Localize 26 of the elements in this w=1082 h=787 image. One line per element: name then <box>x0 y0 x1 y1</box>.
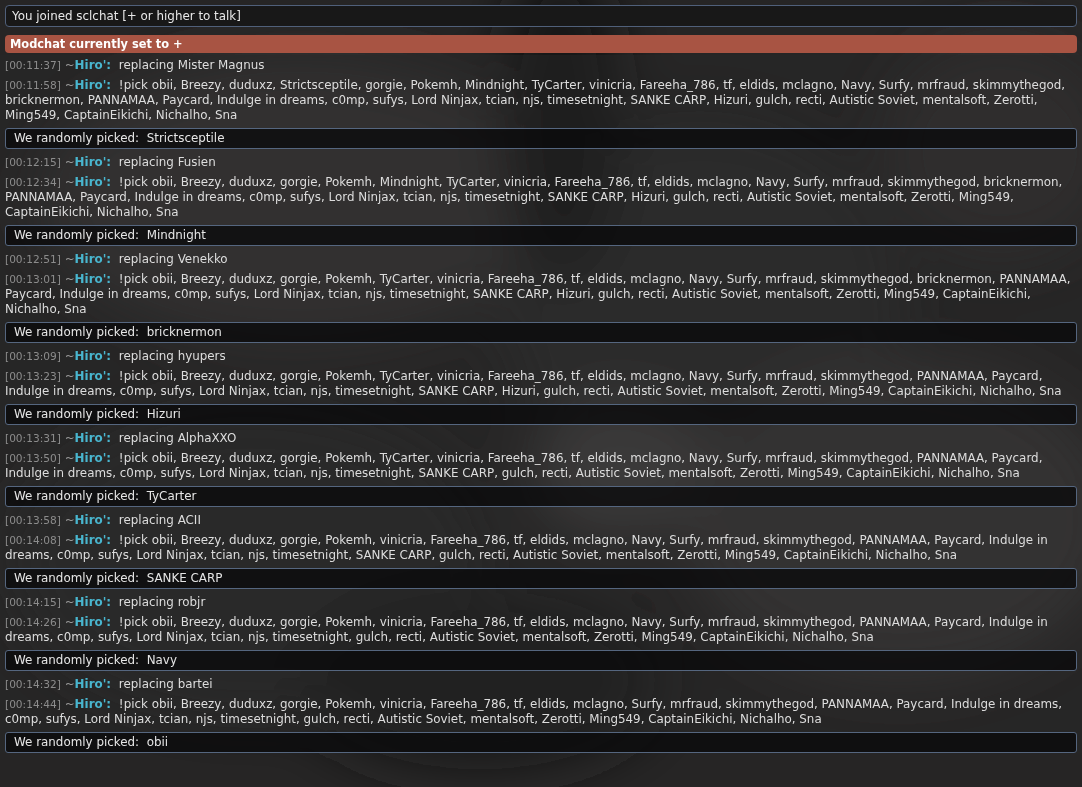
modchat-notice: Modchat currently set to + <box>5 35 1077 53</box>
chat-message: [00:14:08] ~Hiro': !pick obii, Breezy, duduxz, gorgie, Pokemh, vinicria, Fareeha_786, tf, eldids, mclagno, Navy, Surfy, mrfraud, skimmythegod, PANNAMAA, Paycard, Indulge in dreams, c0mp, sufys, Lord Ninjax, tcian, njs, timesetnight, SANKE CARP, gulch, recti, Autistic Soviet, mentalsoft, Zerotti, Ming549, CaptainEikichi, Nichalho, Sna <box>4 532 1049 564</box>
room-intro: You joined sclchat [+ or higher to talk] <box>5 5 1077 27</box>
pick-result: We randomly picked: bricknermon <box>5 322 1077 343</box>
pick-result: We randomly picked: TyCarter <box>5 486 1077 507</box>
chat-message: [00:11:58] ~Hiro': !pick obii, Breezy, duduxz, Strictsceptile, gorgie, Pokemh, Mindnight, TyCarter, vinicria, Fareeha_786, tf, eldids, mclagno, Navy, Surfy, mrfraud, skimmythegod, bricknermon, PANNAMAA, Paycard, Indulge in dreams, c0mp, sufys, Lord Ninjax, tcian, njs, timesetnight, SANKE CARP, Hizuri, gulch, recti, Autistic Soviet, mentalsoft, Zerotti, Ming549, CaptainEikichi, Nichalho, Sna <box>4 77 1067 124</box>
pick-result: We randomly picked: obii <box>5 732 1077 753</box>
pick-result: We randomly picked: Navy <box>5 650 1077 671</box>
chat-message: [00:13:50] ~Hiro': !pick obii, Breezy, duduxz, gorgie, Pokemh, TyCarter, vinicria, Fareeha_786, tf, eldids, mclagno, Navy, Surfy, mrfraud, skimmythegod, PANNAMAA, Paycard, Indulge in dreams, c0mp, sufys, Lord Ninjax, tcian, njs, timesetnight, SANKE CARP, gulch, recti, Autistic Soviet, mentalsoft, Zerotti, Ming549, CaptainEikichi, Nichalho, Sna <box>4 450 1044 482</box>
chat-message: [00:14:44] ~Hiro': !pick obii, Breezy, duduxz, gorgie, Pokemh, vinicria, Fareeha_786, tf, eldids, mclagno, Surfy, mrfraud, skimmythegod, PANNAMAA, Paycard, Indulge in dreams, c0mp, sufys, Lord Ninjax, tcian, njs, timesetnight, gulch, recti, Autistic Soviet, mentalsoft, Zerotti, Ming549, CaptainEikichi, Nichalho, Sna <box>4 696 1064 728</box>
chat-message: [00:13:58] ~Hiro': replacing ACII <box>4 512 202 529</box>
chat-message: [00:12:15] ~Hiro': replacing Fusien <box>4 154 217 171</box>
pick-result: We randomly picked: Hizuri <box>5 404 1077 425</box>
pick-result: We randomly picked: Strictsceptile <box>5 128 1077 149</box>
chat-message: [00:13:01] ~Hiro': !pick obii, Breezy, duduxz, gorgie, Pokemh, TyCarter, vinicria, Fareeha_786, tf, eldids, mclagno, Navy, Surfy, mrfraud, skimmythegod, bricknermon, PANNAMAA, Paycard, Indulge in dreams, c0mp, sufys, Lord Ninjax, tcian, njs, timesetnight, SANKE CARP, Hizuri, gulch, recti, Autistic Soviet, mentalsoft, Zerotti, Ming549, CaptainEikichi, Nichalho, Sna <box>4 271 1072 318</box>
chat-message: [00:12:51] ~Hiro': replacing Venekko <box>4 251 229 268</box>
chat-message: [00:11:37] ~Hiro': replacing Mister Magnus <box>4 57 266 74</box>
chat-message: [00:14:26] ~Hiro': !pick obii, Breezy, duduxz, gorgie, Pokemh, vinicria, Fareeha_786, tf, eldids, mclagno, Navy, Surfy, mrfraud, skimmythegod, PANNAMAA, Paycard, Indulge in dreams, c0mp, sufys, Lord Ninjax, tcian, njs, timesetnight, gulch, recti, Autistic Soviet, mentalsoft, Zerotti, Ming549, CaptainEikichi, Nichalho, Sna <box>4 614 1049 646</box>
pick-result: We randomly picked: SANKE CARP <box>5 568 1077 589</box>
chat-message: [00:13:23] ~Hiro': !pick obii, Breezy, duduxz, gorgie, Pokemh, TyCarter, vinicria, Fareeha_786, tf, eldids, mclagno, Navy, Surfy, mrfraud, skimmythegod, PANNAMAA, Paycard, Indulge in dreams, c0mp, sufys, Lord Ninjax, tcian, njs, timesetnight, SANKE CARP, Hizuri, gulch, recti, Autistic Soviet, mentalsoft, Zerotti, Ming549, CaptainEikichi, Nichalho, Sna <box>4 368 1063 400</box>
chat-message: [00:13:31] ~Hiro': replacing AlphaXXO <box>4 430 238 447</box>
chat-message: [00:12:34] ~Hiro': !pick obii, Breezy, duduxz, gorgie, Pokemh, Mindnight, TyCarter, vinicria, Fareeha_786, tf, eldids, mclagno, Navy, Surfy, mrfraud, skimmythegod, bricknermon, PANNAMAA, Paycard, Indulge in dreams, c0mp, sufys, Lord Ninjax, tcian, njs, timesetnight, SANKE CARP, Hizuri, gulch, recti, Autistic Soviet, mentalsoft, Zerotti, Ming549, CaptainEikichi, Nichalho, Sna <box>4 174 1064 221</box>
chat-message: [00:14:15] ~Hiro': replacing robjr <box>4 594 207 611</box>
pick-result: We randomly picked: Mindnight <box>5 225 1077 246</box>
chat-message: [00:14:32] ~Hiro': replacing bartei <box>4 676 214 693</box>
chat-message: [00:13:09] ~Hiro': replacing hyupers <box>4 348 227 365</box>
